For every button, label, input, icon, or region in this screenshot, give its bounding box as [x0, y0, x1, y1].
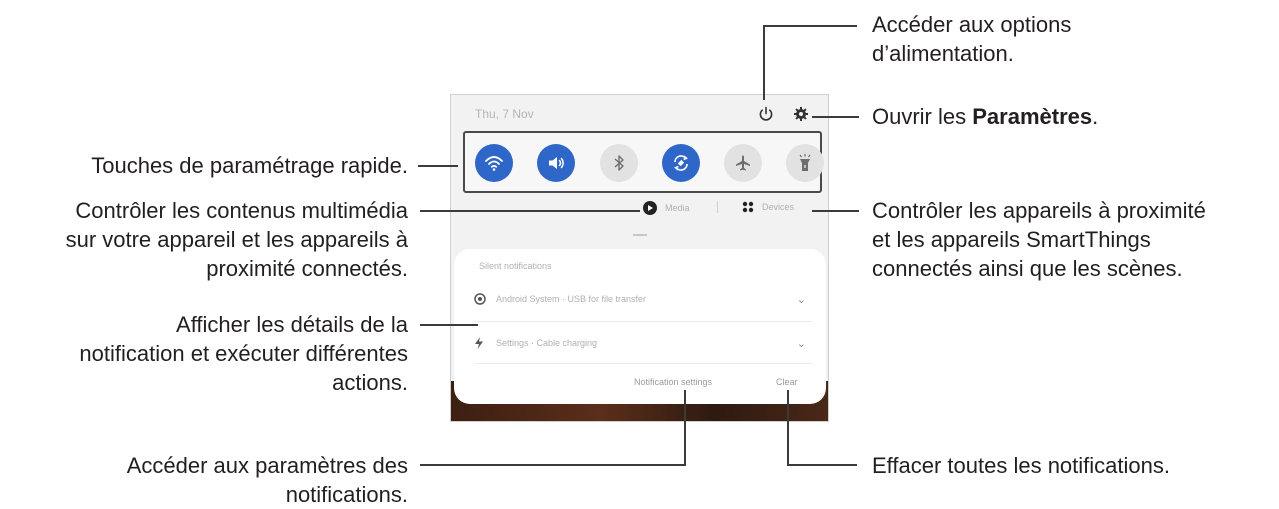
play-icon	[643, 201, 657, 215]
callout-text: connectés ainsi que les scènes.	[872, 256, 1183, 281]
callout-text: notifications.	[285, 482, 408, 507]
divider	[717, 201, 718, 213]
leader-line	[787, 390, 789, 466]
notification-item[interactable]: Settings · Cable charging ⌄	[474, 325, 812, 361]
notification-card: Silent notifications Android System · US…	[454, 249, 826, 404]
callout-text: et les appareils SmartThings	[872, 227, 1151, 252]
leader-line	[763, 25, 857, 27]
notification-text: Android System · USB for file transfer	[496, 294, 647, 304]
callout-text: Effacer toutes les notifications.	[872, 453, 1170, 478]
callout-notification-details: Afficher les détails de la notification …	[79, 310, 408, 397]
chevron-down-icon[interactable]: ⌄	[797, 337, 806, 350]
callout-text: d’alimentation.	[872, 41, 1014, 66]
callout-text: Contrôler les contenus multimédia	[75, 198, 408, 223]
separator	[474, 321, 812, 322]
callout-text-bold: Paramètres	[972, 104, 1093, 129]
separator	[474, 363, 812, 364]
leader-line	[763, 25, 765, 100]
leader-line	[684, 390, 686, 466]
notification-panel: Thu, 7 Nov Media Devices Silent notifica…	[450, 94, 829, 422]
power-icon[interactable]	[755, 103, 777, 125]
callout-text: Touches de paramétrage rapide.	[91, 153, 408, 178]
leader-line	[812, 116, 859, 118]
notifications-title: Silent notifications	[479, 261, 552, 271]
callout-text: Ouvrir les	[872, 104, 973, 129]
chevron-down-icon[interactable]: ⌄	[797, 293, 806, 306]
notification-settings-button[interactable]: Notification settings	[634, 377, 712, 387]
callout-text: actions.	[332, 370, 408, 395]
callout-text: .	[1092, 104, 1099, 129]
callout-text: notification et exécuter différentes	[79, 341, 408, 366]
devices-label: Devices	[762, 202, 795, 212]
callout-text: sur votre appareil et les appareils à	[65, 227, 408, 252]
airplane-icon[interactable]	[724, 144, 762, 182]
callout-text: proximité connectés.	[206, 256, 408, 281]
devices-icon	[742, 201, 754, 213]
lightning-icon	[474, 337, 486, 349]
drag-handle[interactable]	[633, 234, 647, 236]
bluetooth-icon[interactable]	[600, 144, 638, 182]
callout-power: Accéder aux options d’alimentation.	[872, 10, 1071, 68]
flashlight-icon[interactable]	[786, 144, 824, 182]
quick-settings-bar	[463, 131, 824, 193]
sound-icon[interactable]	[537, 144, 575, 182]
callout-text: Afficher les détails de la	[176, 312, 408, 337]
android-system-icon	[474, 293, 486, 305]
notification-item[interactable]: Android System · USB for file transfer ⌄	[474, 281, 812, 317]
devices-button[interactable]: Devices	[742, 201, 794, 213]
callout-settings: Ouvrir les Paramètres.	[872, 102, 1098, 131]
leader-line	[420, 210, 640, 212]
callout-notification-settings: Accéder aux paramètres des notifications…	[127, 451, 408, 509]
callout-text: Accéder aux options	[872, 12, 1072, 37]
media-label: Media	[665, 203, 690, 213]
media-button[interactable]: Media	[643, 201, 690, 215]
auto-rotate-icon[interactable]	[662, 144, 700, 182]
date-text: Thu, 7 Nov	[475, 107, 534, 121]
callout-media: Contrôler les contenus multimédia sur vo…	[66, 196, 408, 283]
callout-clear-all: Effacer toutes les notifications.	[872, 451, 1170, 480]
leader-line	[420, 324, 478, 326]
wifi-icon[interactable]	[475, 144, 513, 182]
notification-text: Settings · Cable charging	[496, 338, 598, 348]
callout-text: Contrôler les appareils à proximité	[872, 198, 1206, 223]
leader-line	[787, 464, 857, 466]
callout-quick-settings: Touches de paramétrage rapide.	[91, 151, 408, 180]
leader-line	[812, 210, 859, 212]
gear-icon[interactable]	[790, 103, 812, 125]
clear-button[interactable]: Clear	[776, 377, 798, 387]
leader-line	[418, 165, 458, 167]
callout-devices: Contrôler les appareils à proximité et l…	[872, 196, 1206, 283]
leader-line	[420, 464, 686, 466]
callout-text: Accéder aux paramètres des	[126, 453, 408, 478]
